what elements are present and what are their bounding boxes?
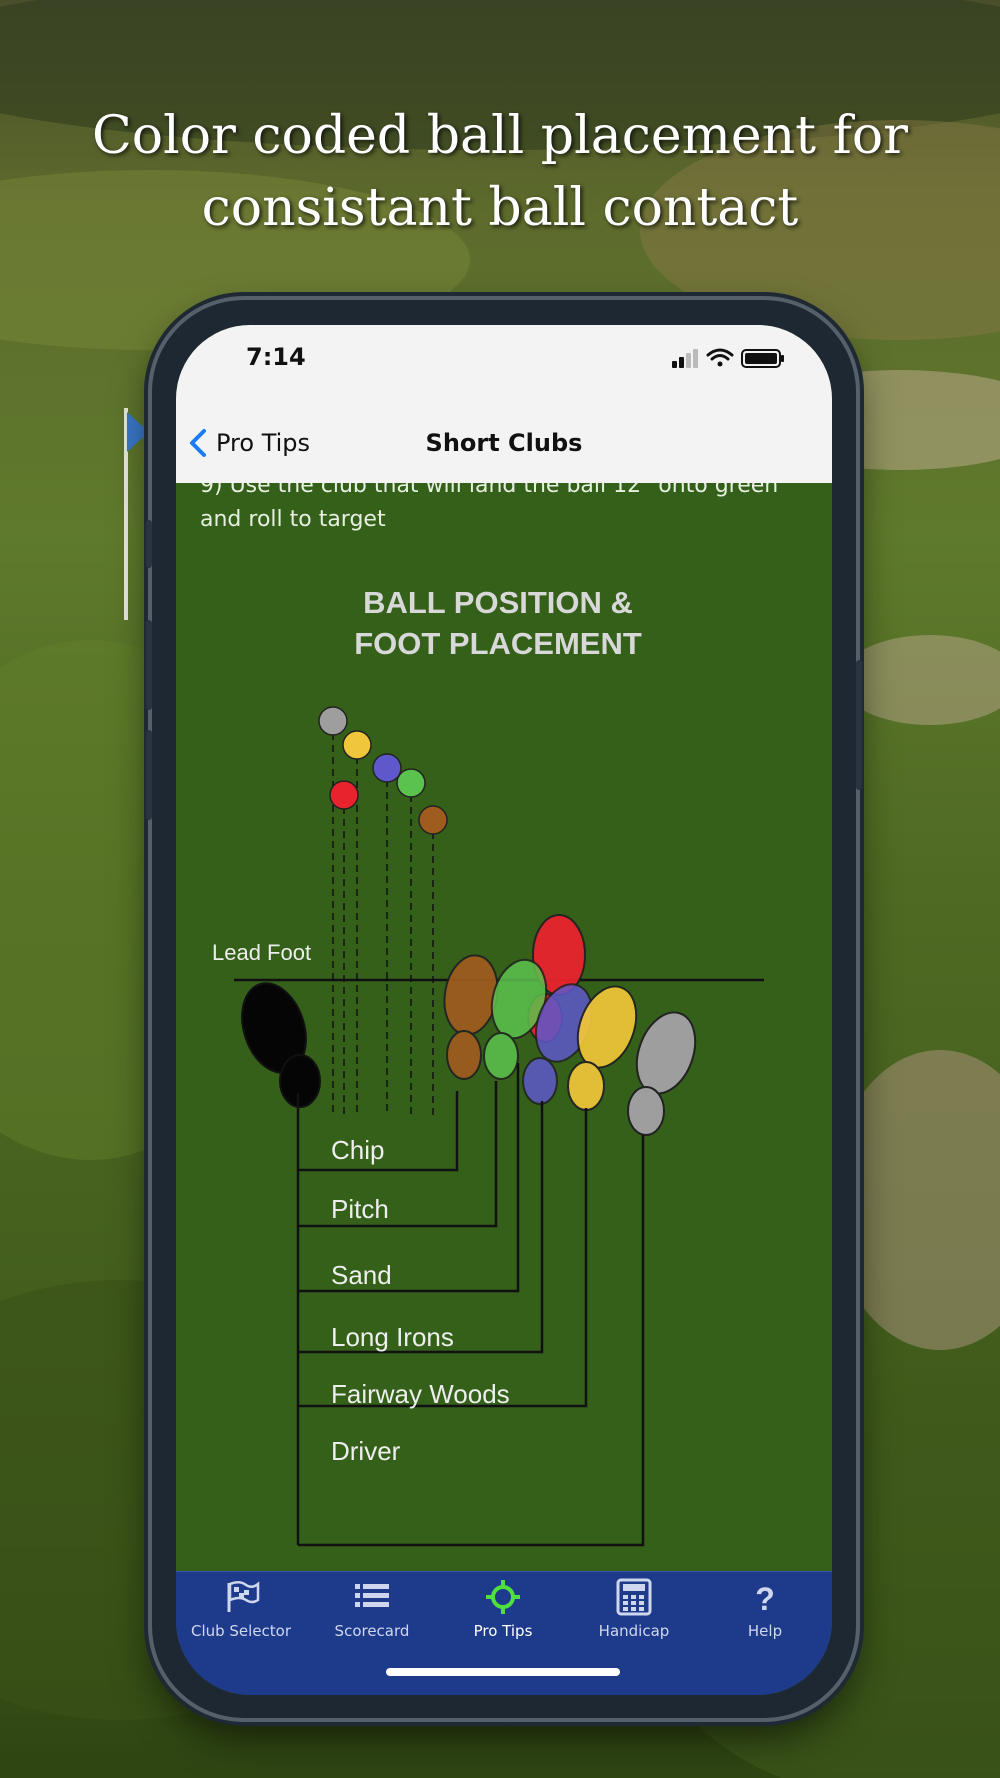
question-icon: ? — [755, 1581, 775, 1616]
club-label-chip: Chip — [331, 1135, 384, 1165]
tab-scorecard[interactable]: Scorecard — [307, 1578, 437, 1648]
phone-power-button — [856, 660, 862, 790]
flag-icon — [127, 412, 149, 452]
promo-headline: Color coded ball placement for consistan… — [0, 100, 1000, 244]
ball-chip — [418, 805, 448, 835]
club-label-sand: Sand — [331, 1260, 392, 1290]
tab-label-club-selector: Club Selector — [190, 1622, 292, 1640]
cellular-signal-icon — [672, 349, 698, 368]
club-label-long-irons: Long Irons — [331, 1322, 454, 1352]
phone-volume-up — [146, 620, 152, 710]
footprint-driver — [627, 1011, 697, 1136]
tab-handicap[interactable]: Handicap — [569, 1578, 699, 1648]
phone-screen: 7:14 Pro Tips Short Clubs 9) Use the clu… — [176, 325, 832, 1695]
tab-pro-tips[interactable]: Pro Tips — [438, 1578, 568, 1648]
ball-long-irons — [372, 753, 402, 783]
club-label-pitch: Pitch — [331, 1194, 389, 1224]
tab-club-selector[interactable]: Club Selector — [176, 1578, 306, 1648]
crosshair-icon — [486, 1580, 520, 1614]
svg-text:?: ? — [755, 1581, 775, 1616]
tab-label-scorecard: Scorecard — [334, 1622, 410, 1640]
wifi-icon — [706, 348, 734, 367]
status-icons — [672, 348, 784, 368]
club-label-fairway-woods: Fairway Woods — [331, 1379, 510, 1409]
headline-line-2: consistant ball contact — [201, 178, 799, 238]
diagram-title-line-1: BALL POSITION & — [363, 585, 633, 620]
tab-label-help: Help — [747, 1622, 783, 1640]
tab-help[interactable]: ? Help — [700, 1578, 830, 1648]
tab-label-pro-tips: Pro Tips — [473, 1622, 533, 1640]
home-indicator — [386, 1668, 620, 1676]
ball-fairway-woods — [342, 730, 372, 760]
ball-pitch — [396, 768, 426, 798]
calculator-icon — [616, 1578, 652, 1616]
lead-foot-print — [241, 982, 321, 1108]
ball-position-diagram: BALL POSITION & FOOT PLACEMENT Lead Foot — [212, 585, 764, 1547]
flag-icon — [227, 1581, 260, 1612]
ball-driver — [318, 706, 348, 736]
status-time: 7:14 — [246, 343, 306, 371]
ball-sand — [329, 780, 359, 810]
navigation-bar: Pro Tips Short Clubs — [176, 401, 832, 483]
list-icon — [355, 1584, 389, 1607]
phone-volume-down — [146, 730, 152, 820]
tab-bar: Club Selector Scorecard Pro Tips Handica… — [176, 1571, 832, 1695]
club-label-driver: Driver — [331, 1436, 401, 1466]
phone-silent-switch — [146, 520, 152, 568]
status-bar: 7:14 — [176, 325, 832, 401]
lead-foot-label: Lead Foot — [212, 940, 311, 965]
battery-icon — [741, 349, 784, 368]
headline-line-1: Color coded ball placement for — [91, 106, 909, 166]
content-scroll-area[interactable]: 9) Use the club that will land the ball … — [176, 483, 832, 1605]
page-title: Short Clubs — [425, 429, 583, 457]
diagram-title-line-2: FOOT PLACEMENT — [354, 626, 642, 661]
tab-label-handicap: Handicap — [598, 1622, 670, 1640]
